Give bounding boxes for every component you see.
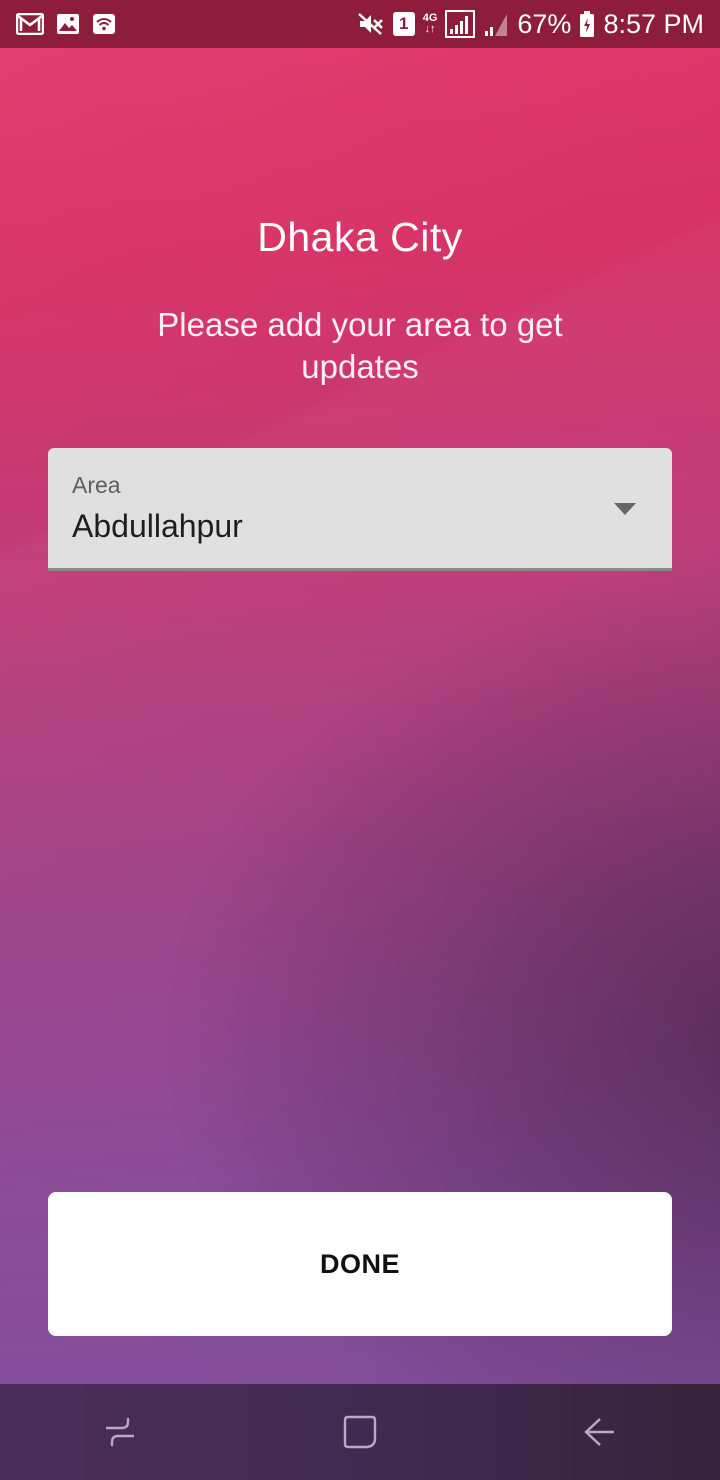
recent-apps-icon xyxy=(106,1418,134,1446)
clock: 8:57 PM xyxy=(603,8,704,39)
back-icon xyxy=(584,1418,614,1446)
back-button[interactable] xyxy=(560,1384,640,1480)
dropdown-arrow-icon xyxy=(614,503,636,515)
signal-icon xyxy=(483,11,509,37)
mute-icon xyxy=(357,12,385,36)
done-button[interactable]: DONE xyxy=(48,1192,672,1336)
recent-apps-button[interactable] xyxy=(80,1384,160,1480)
page-title: Dhaka City xyxy=(257,214,463,260)
sim-icon: 1 xyxy=(392,12,415,36)
area-dropdown-label: Area xyxy=(72,472,121,498)
home-button[interactable] xyxy=(320,1384,400,1480)
gallery-icon xyxy=(56,13,80,35)
area-dropdown-value: Abdullahpur xyxy=(72,508,243,544)
navigation-bar xyxy=(0,1384,720,1480)
area-dropdown[interactable]: Area Abdullahpur xyxy=(48,448,672,571)
home-icon xyxy=(343,1415,377,1449)
signal-icon xyxy=(445,10,476,38)
page-subtitle: Please add your area to get updates xyxy=(157,306,563,385)
wifi-icon xyxy=(92,13,116,35)
battery-percent: 67% xyxy=(517,8,572,39)
network-type-label: 4G ↓↑ xyxy=(422,12,438,35)
status-bar: 1 4G ↓↑ 67% 8:57 PM xyxy=(0,0,720,48)
battery-icon xyxy=(579,10,595,38)
gmail-icon xyxy=(16,13,44,35)
